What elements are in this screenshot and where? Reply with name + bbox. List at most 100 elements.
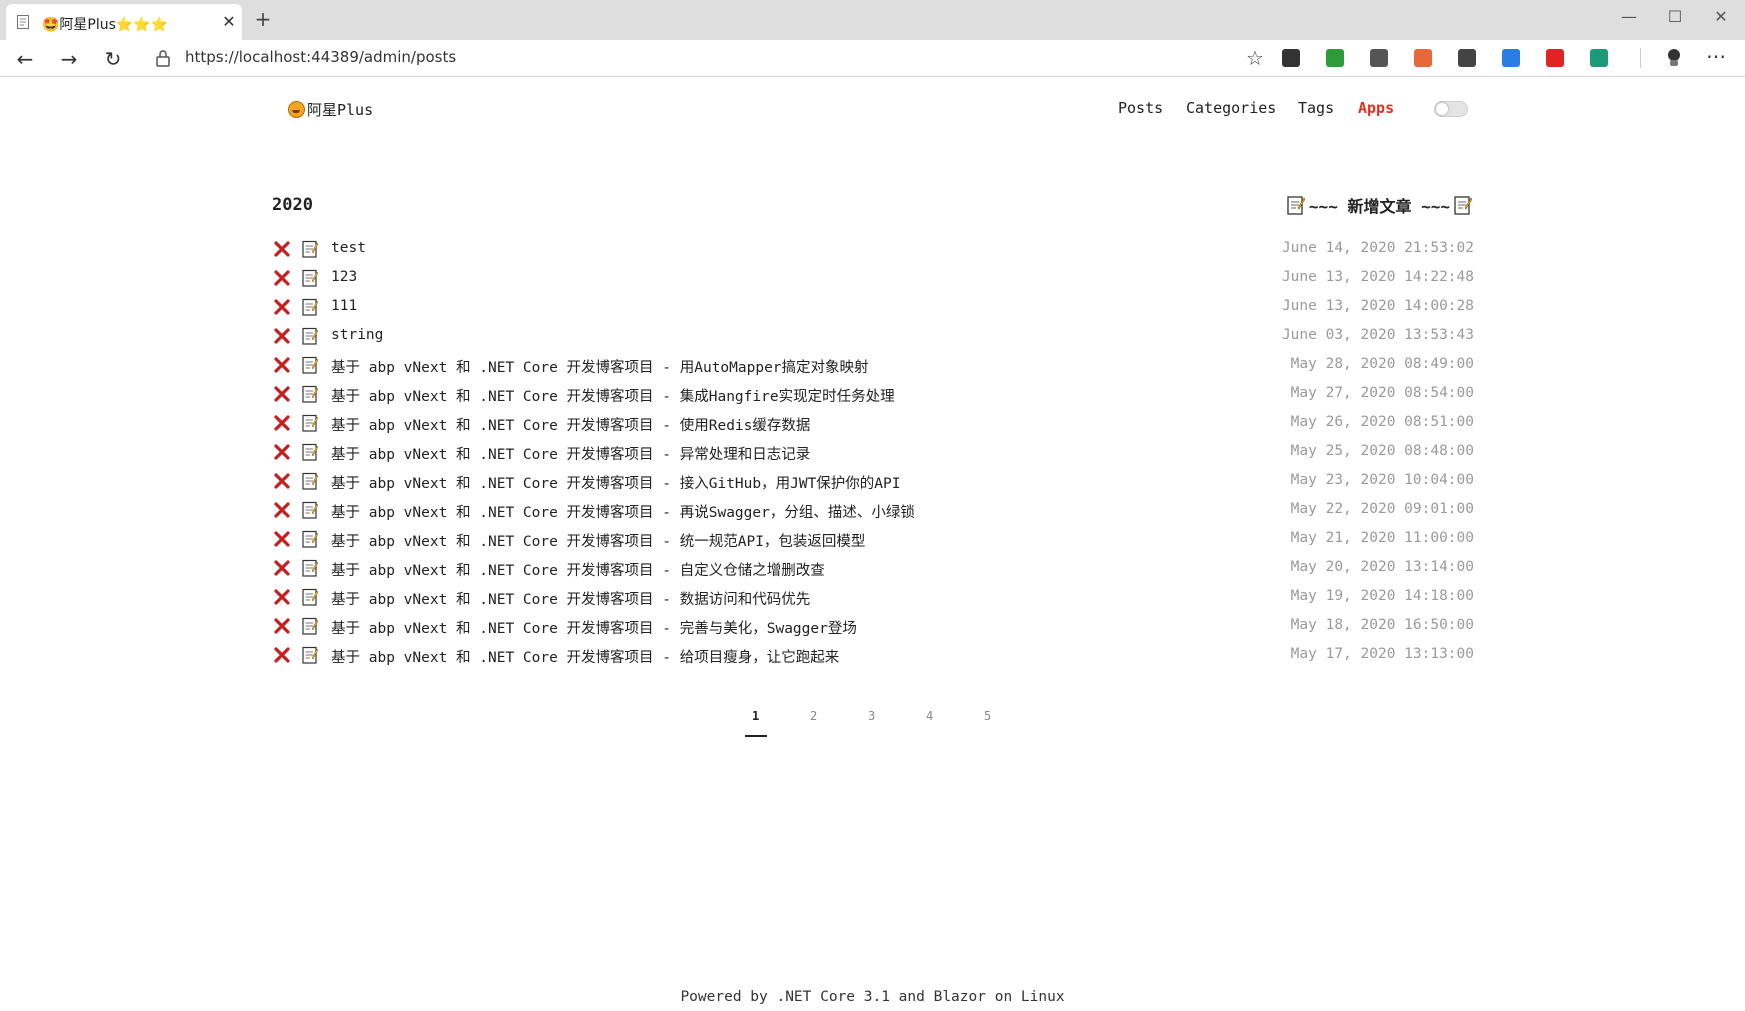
- delete-cross-icon[interactable]: [274, 647, 290, 663]
- post-row: 基于 abp vNext 和 .NET Core 开发博客项目 - 完善与美化，…: [272, 613, 1474, 642]
- post-title-link[interactable]: 基于 abp vNext 和 .NET Core 开发博客项目 - 接入GitH…: [331, 472, 901, 493]
- post-title-link[interactable]: 基于 abp vNext 和 .NET Core 开发博客项目 - 给项目瘦身，…: [331, 646, 839, 667]
- new-tab-icon[interactable]: +: [252, 9, 274, 31]
- edit-memo-icon[interactable]: [302, 646, 318, 664]
- delete-cross-icon[interactable]: [274, 299, 290, 315]
- post-title-link[interactable]: 基于 abp vNext 和 .NET Core 开发博客项目 - 完善与美化，…: [331, 617, 857, 638]
- orange-extension-icon[interactable]: [1414, 49, 1432, 67]
- blue-extension-icon[interactable]: [1502, 49, 1520, 67]
- memo-icon: [1454, 196, 1472, 215]
- tab-close-icon[interactable]: ✕: [220, 13, 238, 31]
- year-heading: 2020: [272, 195, 313, 215]
- post-row: string June 03, 2020 13:53:43: [272, 323, 1474, 352]
- delete-cross-icon[interactable]: [274, 386, 290, 402]
- forward-arrow-icon[interactable]: →: [56, 46, 82, 72]
- qr-code-extension-icon[interactable]: [1282, 49, 1300, 67]
- edit-memo-icon[interactable]: [302, 298, 318, 316]
- edit-memo-icon[interactable]: [302, 530, 318, 548]
- edit-memo-icon[interactable]: [302, 327, 318, 345]
- delete-cross-icon[interactable]: [274, 589, 290, 605]
- profile-avatar-icon[interactable]: [1664, 47, 1684, 69]
- nav-apps[interactable]: Apps: [1358, 99, 1394, 117]
- address-bar[interactable]: https://localhost:44389/admin/posts: [185, 48, 456, 66]
- delete-cross-icon[interactable]: [274, 502, 290, 518]
- post-date: May 21, 2020 11:00:00: [1290, 530, 1474, 546]
- delete-cross-icon[interactable]: [274, 531, 290, 547]
- back-arrow-icon[interactable]: ←: [12, 46, 38, 72]
- edit-memo-icon[interactable]: [302, 588, 318, 606]
- delete-cross-icon[interactable]: [274, 357, 290, 373]
- post-title-link[interactable]: 123: [331, 269, 357, 285]
- fe-extension-icon[interactable]: [1546, 49, 1564, 67]
- edit-memo-icon[interactable]: [302, 617, 318, 635]
- nav-tags[interactable]: Tags: [1298, 99, 1334, 117]
- post-list: test June 14, 2020 21:53:02 123 June 13,…: [272, 236, 1474, 671]
- tab-title: 🤩阿星Plus⭐⭐⭐: [42, 17, 169, 33]
- window-close-icon[interactable]: ✕: [1706, 6, 1736, 30]
- page-link-2[interactable]: 2: [803, 709, 861, 723]
- browser-tab[interactable]: 🤩阿星Plus⭐⭐⭐ ✕: [6, 4, 242, 40]
- nav-categories[interactable]: Categories: [1186, 99, 1276, 117]
- page-link-4[interactable]: 4: [919, 709, 977, 723]
- post-title-link[interactable]: 基于 abp vNext 和 .NET Core 开发博客项目 - 用AutoM…: [331, 356, 869, 377]
- delete-cross-icon[interactable]: [274, 560, 290, 576]
- maximize-icon[interactable]: ☐: [1660, 6, 1690, 30]
- edit-memo-icon[interactable]: [302, 240, 318, 258]
- more-menu-icon[interactable]: ⋯: [1706, 44, 1726, 68]
- post-date: May 28, 2020 08:49:00: [1290, 356, 1474, 372]
- edit-memo-icon[interactable]: [302, 356, 318, 374]
- pagination: 12345: [745, 709, 1035, 723]
- delete-cross-icon[interactable]: [274, 270, 290, 286]
- delete-cross-icon[interactable]: [274, 415, 290, 431]
- post-date: May 22, 2020 09:01:00: [1290, 501, 1474, 517]
- memo-icon: [1287, 196, 1305, 215]
- post-title-link[interactable]: 基于 abp vNext 和 .NET Core 开发博客项目 - 集成Hang…: [331, 385, 895, 406]
- git-zip-extension-icon[interactable]: [1370, 49, 1388, 67]
- edit-memo-icon[interactable]: [302, 385, 318, 403]
- favorite-star-icon[interactable]: ☆: [1246, 46, 1264, 70]
- theme-toggle[interactable]: [1434, 101, 1468, 117]
- post-row: 基于 abp vNext 和 .NET Core 开发博客项目 - 再说Swag…: [272, 497, 1474, 526]
- page-favicon-icon: [17, 15, 29, 29]
- delete-cross-icon[interactable]: [274, 473, 290, 489]
- post-title-link[interactable]: 基于 abp vNext 和 .NET Core 开发博客项目 - 统一规范AP…: [331, 530, 865, 551]
- browser-tab-bar: 🤩阿星Plus⭐⭐⭐ ✕ + — ☐ ✕: [0, 0, 1745, 40]
- site-brand[interactable]: 阿星Plus: [288, 99, 373, 120]
- post-title-link[interactable]: string: [331, 327, 383, 343]
- edit-memo-icon[interactable]: [302, 269, 318, 287]
- minimize-icon[interactable]: —: [1614, 6, 1644, 30]
- page-link-5[interactable]: 5: [977, 709, 1035, 723]
- edit-memo-icon[interactable]: [302, 414, 318, 432]
- delete-cross-icon[interactable]: [274, 328, 290, 344]
- delete-cross-icon[interactable]: [274, 444, 290, 460]
- x-extension-icon[interactable]: [1458, 49, 1476, 67]
- page-link-1[interactable]: 1: [745, 709, 803, 723]
- footer-text: Powered by .NET Core 3.1 and Blazor on L…: [680, 989, 1065, 1005]
- delete-cross-icon[interactable]: [274, 618, 290, 634]
- post-title-link[interactable]: 基于 abp vNext 和 .NET Core 开发博客项目 - 数据访问和代…: [331, 588, 810, 609]
- edit-memo-icon[interactable]: [302, 501, 318, 519]
- edit-memo-icon[interactable]: [302, 443, 318, 461]
- post-title-link[interactable]: 基于 abp vNext 和 .NET Core 开发博客项目 - 自定义仓储之…: [331, 559, 825, 580]
- post-row: 基于 abp vNext 和 .NET Core 开发博客项目 - 集成Hang…: [272, 381, 1474, 410]
- green-extension-icon[interactable]: [1326, 49, 1344, 67]
- post-title-link[interactable]: 基于 abp vNext 和 .NET Core 开发博客项目 - 再说Swag…: [331, 501, 915, 522]
- post-title-link[interactable]: 基于 abp vNext 和 .NET Core 开发博客项目 - 异常处理和日…: [331, 443, 810, 464]
- reload-icon[interactable]: ↻: [100, 46, 126, 72]
- post-date: May 20, 2020 13:14:00: [1290, 559, 1474, 575]
- nav-posts[interactable]: Posts: [1118, 99, 1163, 117]
- post-title-link[interactable]: test: [331, 240, 366, 256]
- post-date: June 13, 2020 14:22:48: [1281, 269, 1474, 285]
- edit-memo-icon[interactable]: [302, 472, 318, 490]
- post-title-link[interactable]: 基于 abp vNext 和 .NET Core 开发博客项目 - 使用Redi…: [331, 414, 810, 435]
- new-post-link[interactable]: ~~~ 新增文章 ~~~: [1287, 193, 1472, 217]
- post-title-link[interactable]: 111: [331, 298, 357, 314]
- edit-memo-icon[interactable]: [302, 559, 318, 577]
- page-link-3[interactable]: 3: [861, 709, 919, 723]
- translate-on-extension-icon[interactable]: [1590, 49, 1608, 67]
- new-post-label: ~~~ 新增文章 ~~~: [1308, 197, 1450, 216]
- lock-icon[interactable]: [155, 49, 171, 67]
- post-date: May 17, 2020 13:13:00: [1290, 646, 1474, 662]
- post-row: 基于 abp vNext 和 .NET Core 开发博客项目 - 自定义仓储之…: [272, 555, 1474, 584]
- delete-cross-icon[interactable]: [274, 241, 290, 257]
